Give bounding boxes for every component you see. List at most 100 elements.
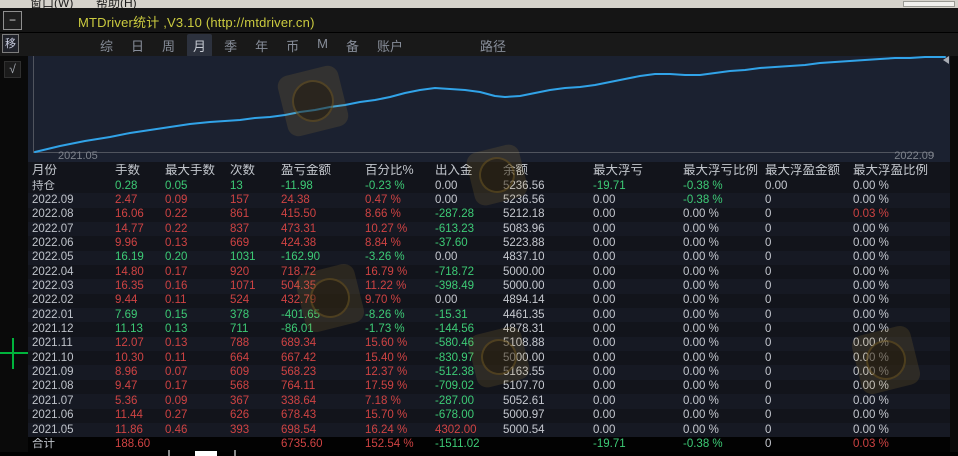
cell: 764.11 bbox=[281, 380, 365, 393]
cell: -11.98 bbox=[281, 180, 365, 193]
cell: 0.22 bbox=[165, 208, 230, 221]
cell: 持仓 bbox=[32, 180, 115, 193]
tab-季[interactable]: 季 bbox=[218, 34, 243, 57]
cell: 0.00 bbox=[593, 280, 683, 293]
cell: 0.00 % bbox=[683, 380, 765, 393]
column-header: 手数 bbox=[115, 164, 165, 177]
cell: 0.03 % bbox=[853, 438, 950, 451]
cell: 4837.10 bbox=[503, 251, 593, 264]
cell: 0 bbox=[765, 424, 853, 437]
tab-周[interactable]: 周 bbox=[156, 34, 181, 57]
cell: 0.00 % bbox=[683, 294, 765, 307]
cell: 0.13 bbox=[165, 323, 230, 336]
equity-line-series bbox=[35, 57, 945, 152]
cell: 0.47 % bbox=[365, 194, 435, 207]
minimize-button[interactable]: − bbox=[3, 11, 22, 30]
cell: 12.07 bbox=[115, 337, 165, 350]
cell: 4302.00 bbox=[435, 424, 503, 437]
left-sidebar: √ bbox=[0, 56, 28, 456]
path-button[interactable]: 路径 bbox=[480, 36, 506, 55]
cell: 0.16 bbox=[165, 280, 230, 293]
menu-item-help[interactable]: 帮助(H) bbox=[96, 0, 137, 8]
column-header: 最大浮盈比例 bbox=[853, 164, 950, 177]
cell: 2022.03 bbox=[32, 280, 115, 293]
cell: -19.71 bbox=[593, 438, 683, 451]
tab-综[interactable]: 综 bbox=[94, 34, 119, 57]
column-header: 百分比% bbox=[365, 164, 435, 177]
table-row[interactable]: 2022.029.440.11524432.799.70 %0.004894.1… bbox=[28, 294, 950, 308]
edge-mark bbox=[168, 450, 170, 456]
table-row[interactable]: 2022.069.960.13669424.388.84 %-37.605223… bbox=[28, 236, 950, 250]
menu-item-window[interactable]: 窗口(W) bbox=[30, 0, 73, 8]
cell: 0.00 bbox=[593, 395, 683, 408]
cell: 424.38 bbox=[281, 237, 365, 250]
cell: -0.38 % bbox=[683, 194, 765, 207]
table-row[interactable]: 2022.017.690.15378-401.65-8.26 %-15.3144… bbox=[28, 308, 950, 322]
sqrt-tool-button[interactable]: √ bbox=[4, 61, 21, 78]
cell: 12.37 % bbox=[365, 366, 435, 379]
tab-账户[interactable]: 账户 bbox=[371, 34, 409, 57]
cell: 9.96 bbox=[115, 237, 165, 250]
cell: 0.00 bbox=[765, 180, 853, 193]
cell: 0 bbox=[765, 323, 853, 336]
tab-月[interactable]: 月 bbox=[187, 34, 212, 57]
cell: 2021.07 bbox=[32, 395, 115, 408]
cell: 0.00 % bbox=[683, 424, 765, 437]
cell: -0.38 % bbox=[683, 438, 765, 451]
cell: 5000.54 bbox=[503, 424, 593, 437]
tab-M[interactable]: M bbox=[311, 34, 334, 57]
cell: -398.49 bbox=[435, 280, 503, 293]
cell: 8.84 % bbox=[365, 237, 435, 250]
tab-年[interactable]: 年 bbox=[249, 34, 274, 57]
cell: 0.00 bbox=[435, 251, 503, 264]
table-total-row[interactable]: 合计188.606735.60152.54 %-1511.02-19.71-0.… bbox=[28, 437, 950, 451]
cell: 0.00 bbox=[593, 208, 683, 221]
cell: 0.11 bbox=[165, 294, 230, 307]
cell: -15.31 bbox=[435, 309, 503, 322]
column-header: 最大手数 bbox=[165, 164, 230, 177]
cell: 667.42 bbox=[281, 352, 365, 365]
cell: 0.00 bbox=[593, 266, 683, 279]
cell: 0.00 % bbox=[853, 409, 950, 422]
cell: 16.19 bbox=[115, 251, 165, 264]
cell: 5223.88 bbox=[503, 237, 593, 250]
cell: 0.00 % bbox=[683, 395, 765, 408]
cell: 0.09 bbox=[165, 395, 230, 408]
cell: 15.70 % bbox=[365, 409, 435, 422]
cell: 17.59 % bbox=[365, 380, 435, 393]
tab-日[interactable]: 日 bbox=[125, 34, 150, 57]
cell: 11.86 bbox=[115, 424, 165, 437]
bottom-edge bbox=[0, 452, 958, 456]
table-row[interactable]: 2022.0816.060.22861415.508.66 %-287.2852… bbox=[28, 208, 950, 222]
table-row[interactable]: 2022.0714.770.22837473.3110.27 %-613.235… bbox=[28, 222, 950, 236]
tab-币[interactable]: 币 bbox=[280, 34, 305, 57]
cell: 0.00 % bbox=[853, 395, 950, 408]
cell: -8.26 % bbox=[365, 309, 435, 322]
edge-mark bbox=[195, 451, 217, 456]
cell: 16.35 bbox=[115, 280, 165, 293]
cell: 0.17 bbox=[165, 380, 230, 393]
tab-备[interactable]: 备 bbox=[340, 34, 365, 57]
move-tool-button[interactable]: 移 bbox=[2, 34, 19, 53]
cell: 0.00 % bbox=[853, 280, 950, 293]
table-row[interactable]: 2021.0511.860.46393698.5416.24 %4302.005… bbox=[28, 423, 950, 437]
cell: 0.00 bbox=[593, 337, 683, 350]
cell: 10.30 bbox=[115, 352, 165, 365]
cell: 524 bbox=[230, 294, 281, 307]
cell: 152.54 % bbox=[365, 438, 435, 451]
table-row[interactable]: 2022.0516.190.201031-162.90-3.26 %0.0048… bbox=[28, 251, 950, 265]
cell: 5212.18 bbox=[503, 208, 593, 221]
cell: 0.00 bbox=[593, 223, 683, 236]
table-row[interactable]: 2021.075.360.09367338.647.18 %-287.00505… bbox=[28, 394, 950, 408]
table-row[interactable]: 2022.0414.800.17920718.7216.79 %-718.725… bbox=[28, 265, 950, 279]
cell: 0.09 bbox=[165, 194, 230, 207]
cell: 2022.02 bbox=[32, 294, 115, 307]
cell: 0.00 bbox=[593, 409, 683, 422]
cell: 0.00 bbox=[593, 237, 683, 250]
cell: 0 bbox=[765, 380, 853, 393]
table-row[interactable]: 2022.0316.350.161071504.3511.22 %-398.49… bbox=[28, 279, 950, 293]
table-row[interactable]: 2021.0611.440.27626678.4315.70 %-678.005… bbox=[28, 409, 950, 423]
cell: 0.00 % bbox=[683, 266, 765, 279]
cell: 669 bbox=[230, 237, 281, 250]
equity-curve-chart[interactable]: 2021.05 2022.09 bbox=[28, 56, 950, 162]
